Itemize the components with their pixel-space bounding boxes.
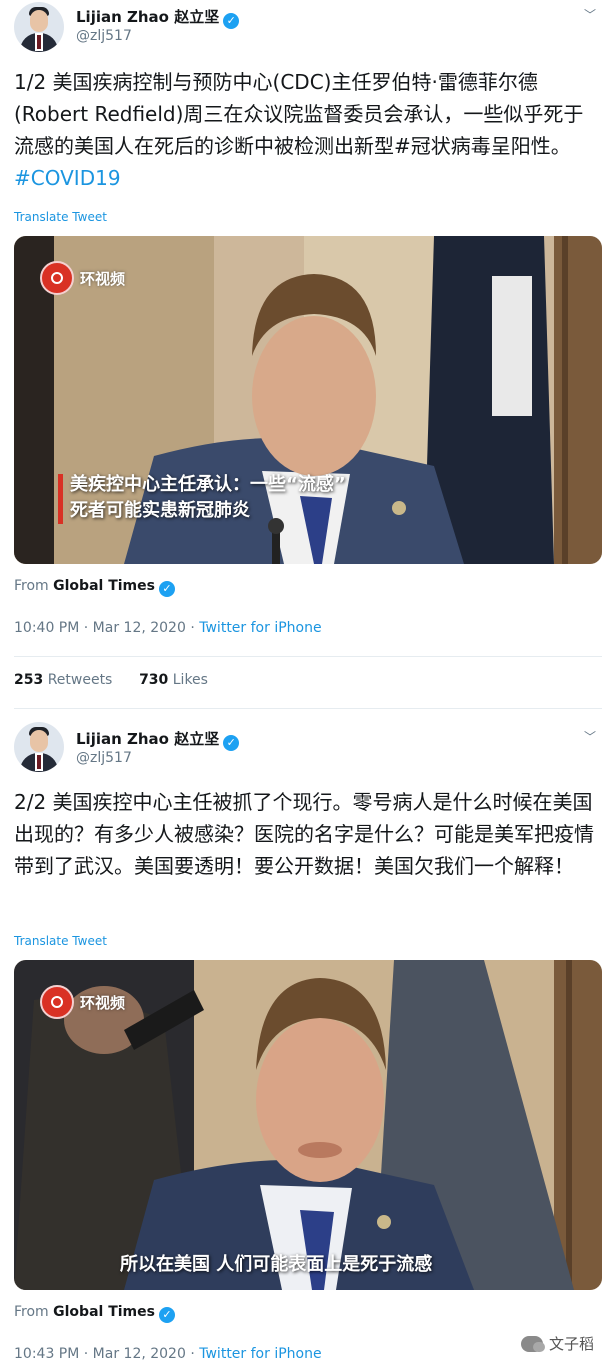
video-media[interactable]: 环视频 美疾控中心主任承认：一些“流感” 死者可能实患新冠肺炎 (14, 236, 602, 564)
verified-badge-icon: ✓ (158, 1307, 175, 1323)
divider (14, 708, 602, 709)
translate-tweet-link[interactable]: Translate Tweet (14, 210, 107, 224)
client-link[interactable]: Twitter for iPhone (199, 620, 321, 636)
verified-badge-icon: ✓ (223, 13, 240, 29)
tweet-body: 1/2 美国疾病控制与预防中心(CDC)主任罗伯特·雷德菲尔德(Robert R… (14, 70, 584, 158)
media-logo-text: 环视频 (80, 269, 126, 288)
author-name[interactable]: Lijian Zhao 赵立坚 ✓ (76, 728, 240, 751)
author-handle[interactable]: @zlj517 (76, 28, 132, 44)
author-name-text: Lijian Zhao 赵立坚 (76, 730, 220, 748)
retweets-label: Retweets (47, 672, 113, 688)
tweet-timestamp[interactable]: 10:43 PM · Mar 12, 2020 (14, 1346, 186, 1362)
from-prefix: From (14, 578, 49, 594)
chevron-down-icon[interactable]: ﹀ (584, 6, 596, 23)
author-name[interactable]: Lijian Zhao 赵立坚 ✓ (76, 6, 240, 29)
subtitle-line-2: 死者可能实患新冠肺炎 (70, 500, 250, 521)
source-link[interactable]: Global Times (53, 578, 155, 594)
tweet-timestamp[interactable]: 10:40 PM · Mar 12, 2020 (14, 620, 186, 636)
tweet-meta: 10:40 PM · Mar 12, 2020 · Twitter for iP… (14, 620, 322, 636)
hashtag-link[interactable]: #COVID19 (14, 166, 121, 190)
retweets-count: 253 (14, 672, 44, 688)
divider (14, 656, 602, 657)
tweet-2: Lijian Zhao 赵立坚 ✓ @zlj517 ﹀ 2/2 美国疾控中心主任被… (0, 720, 606, 1368)
tweet-stats: 253 Retweets 730 Likes (14, 672, 208, 688)
huanshipin-logo-icon: 环视频 (40, 260, 125, 296)
huanshipin-logo-icon: 环视频 (40, 984, 125, 1020)
video-subtitle: 所以在美国 人们可能表面上是死于流感 (120, 1254, 433, 1275)
likes-label: Likes (172, 672, 208, 688)
tweet-meta: 10:43 PM · Mar 12, 2020 · Twitter for iP… (14, 1346, 322, 1362)
avatar[interactable] (14, 722, 64, 772)
tweet-text: 2/2 美国疾控中心主任被抓了个现行。零号病人是什么时候在美国出现的？有多少人被… (14, 790, 594, 878)
author-name-text: Lijian Zhao 赵立坚 (76, 8, 220, 26)
watermark-text: 文子稻 (548, 1335, 594, 1353)
from-prefix: From (14, 1304, 49, 1320)
chevron-down-icon[interactable]: ﹀ (584, 728, 596, 745)
likes-stat[interactable]: 730 Likes (139, 672, 208, 688)
tweet-1: Lijian Zhao 赵立坚 ✓ @zlj517 ﹀ 1/2 美国疾病控制与预防… (0, 0, 606, 710)
from-source: From Global Times ✓ (14, 1304, 175, 1323)
author-handle[interactable]: @zlj517 (76, 750, 132, 766)
likes-count: 730 (139, 672, 169, 688)
from-source: From Global Times ✓ (14, 578, 175, 597)
tweet-text: 1/2 美国疾病控制与预防中心(CDC)主任罗伯特·雷德菲尔德(Robert R… (14, 66, 594, 194)
wechat-icon (520, 1335, 545, 1352)
video-media[interactable]: 环视频 所以在美国 人们可能表面上是死于流感 (14, 960, 602, 1290)
translate-tweet-link[interactable]: Translate Tweet (14, 934, 107, 948)
source-link[interactable]: Global Times (53, 1304, 155, 1320)
verified-badge-icon: ✓ (158, 581, 175, 597)
subtitle-accent-bar (58, 474, 63, 524)
subtitle-line-1: 美疾控中心主任承认：一些“流感” (70, 474, 346, 495)
verified-badge-icon: ✓ (223, 735, 240, 751)
avatar[interactable] (14, 2, 64, 52)
video-subtitle: 美疾控中心主任承认：一些“流感” 死者可能实患新冠肺炎 (70, 472, 346, 524)
media-logo-text: 环视频 (80, 993, 126, 1012)
watermark: 文子稻 (520, 1333, 594, 1354)
client-link[interactable]: Twitter for iPhone (199, 1346, 321, 1362)
retweets-stat[interactable]: 253 Retweets (14, 672, 112, 688)
